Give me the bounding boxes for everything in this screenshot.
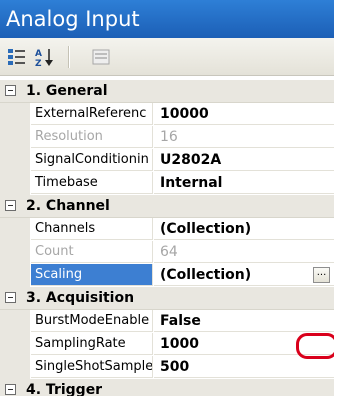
svg-text:Z: Z bbox=[35, 59, 42, 68]
row-gutter bbox=[0, 310, 30, 333]
property-row[interactable]: Resolution 16 bbox=[0, 126, 334, 149]
property-toolbar: A Z bbox=[0, 38, 334, 76]
row-gutter bbox=[0, 356, 30, 379]
property-value[interactable]: 64 bbox=[154, 241, 334, 263]
collapse-toggle-icon[interactable] bbox=[5, 384, 16, 395]
row-gutter bbox=[0, 126, 30, 149]
row-gutter bbox=[0, 103, 30, 126]
property-row[interactable]: BurstModeEnable False bbox=[0, 310, 334, 333]
collapse-toggle-icon[interactable] bbox=[5, 292, 16, 303]
property-row[interactable]: ExternalReferenc 10000 bbox=[0, 103, 334, 126]
property-pages-icon bbox=[92, 49, 110, 65]
property-row[interactable]: SignalConditionin U2802A bbox=[0, 149, 334, 172]
collapse-toggle-icon[interactable] bbox=[5, 200, 16, 211]
alphabetical-sort-icon: A Z bbox=[35, 49, 53, 69]
property-name[interactable]: Channels bbox=[31, 218, 153, 240]
property-name[interactable]: SingleShotSample bbox=[31, 356, 153, 378]
property-value[interactable]: U2802A bbox=[154, 149, 334, 171]
property-value[interactable]: 500 bbox=[154, 356, 334, 378]
property-name[interactable]: Scaling bbox=[31, 264, 153, 286]
categorized-button[interactable] bbox=[6, 46, 28, 68]
category-row[interactable]: 4. Trigger bbox=[0, 379, 334, 396]
row-gutter bbox=[0, 264, 30, 287]
row-gutter bbox=[0, 241, 30, 264]
category-label: 4. Trigger bbox=[26, 382, 103, 396]
property-value[interactable]: 16 bbox=[154, 126, 334, 148]
category-label: 1. General bbox=[26, 83, 108, 99]
property-name[interactable]: Resolution bbox=[31, 126, 153, 148]
row-gutter bbox=[0, 172, 30, 195]
row-gutter bbox=[0, 149, 30, 172]
property-value[interactable]: 10000 bbox=[154, 103, 334, 125]
category-row[interactable]: 3. Acquisition bbox=[0, 287, 334, 310]
property-pages-button[interactable] bbox=[90, 46, 112, 68]
property-row[interactable]: Channels (Collection) bbox=[0, 218, 334, 241]
property-row[interactable]: Count 64 bbox=[0, 241, 334, 264]
categorized-icon bbox=[8, 49, 25, 65]
row-gutter bbox=[0, 218, 30, 241]
property-row[interactable]: Timebase Internal bbox=[0, 172, 334, 195]
category-row[interactable]: 2. Channel bbox=[0, 195, 334, 218]
property-value[interactable]: (Collection) bbox=[154, 218, 334, 240]
highlight-ring bbox=[296, 333, 334, 359]
property-row[interactable]: SamplingRate 1000 bbox=[0, 333, 334, 356]
property-value[interactable]: False bbox=[154, 310, 334, 332]
property-name[interactable]: Timebase bbox=[31, 172, 153, 194]
property-value[interactable]: (Collection) bbox=[154, 264, 334, 286]
toolbar-separator bbox=[68, 46, 70, 68]
row-gutter bbox=[0, 333, 30, 356]
property-grid: 1. General ExternalReferenc 10000 Resolutio… bbox=[0, 80, 334, 396]
property-name[interactable]: SamplingRate bbox=[31, 333, 153, 355]
property-row[interactable]: SingleShotSample 500 bbox=[0, 356, 334, 379]
category-label: 3. Acquisition bbox=[26, 290, 135, 306]
alphabetical-button[interactable]: A Z bbox=[34, 46, 56, 69]
panel-title: Analog Input bbox=[0, 0, 334, 38]
property-name[interactable]: BurstModeEnable bbox=[31, 310, 153, 332]
scrollbar[interactable] bbox=[334, 0, 344, 396]
collapse-toggle-icon[interactable] bbox=[5, 85, 16, 96]
property-name[interactable]: Count bbox=[31, 241, 153, 263]
svg-text:A: A bbox=[35, 49, 42, 59]
category-label: 2. Channel bbox=[26, 198, 110, 214]
category-row[interactable]: 1. General bbox=[0, 80, 334, 103]
property-name[interactable]: SignalConditionin bbox=[31, 149, 153, 171]
property-grid-panel: Analog Input A Z 1. General ExternalRefe… bbox=[0, 0, 334, 396]
property-name[interactable]: ExternalReferenc bbox=[31, 103, 153, 125]
property-value[interactable]: Internal bbox=[154, 172, 334, 194]
property-row[interactable]: Scaling (Collection)... bbox=[0, 264, 334, 287]
ellipsis-button[interactable]: ... bbox=[313, 267, 330, 283]
